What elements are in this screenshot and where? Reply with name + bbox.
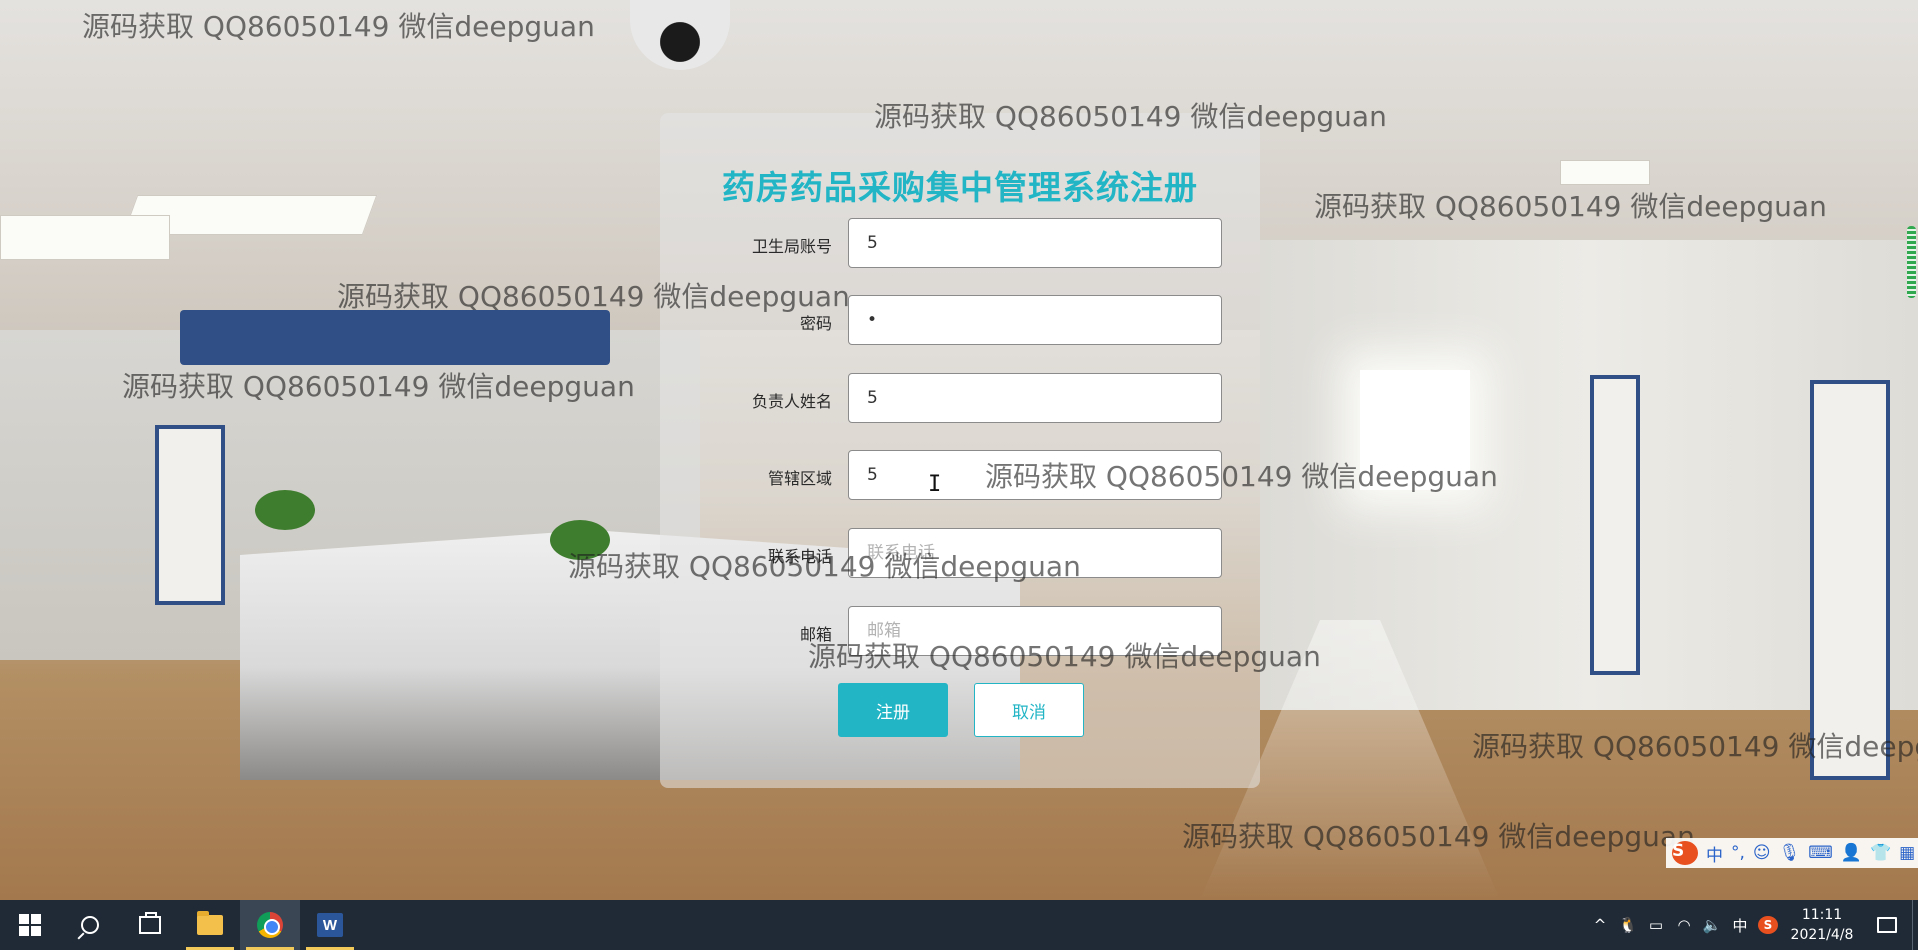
taskbar: W ^ 🐧 ▭ ◠ 🔈 中 S 11:11 2021/4/8 (0, 900, 1918, 950)
door (1810, 380, 1890, 780)
clock-time: 11:11 (1801, 907, 1843, 923)
microphone-icon[interactable]: 🎙 (1779, 843, 1801, 863)
field-label: 卫生局账号 (751, 237, 832, 256)
qq-icon[interactable]: 🐧 (1614, 900, 1642, 950)
form-row-email: 邮箱 (660, 606, 1260, 658)
phone-input[interactable] (848, 528, 1222, 578)
manager-name-input[interactable] (848, 373, 1222, 423)
sogou-logo-icon[interactable]: S (1672, 841, 1698, 865)
clock[interactable]: 11:11 2021/4/8 (1782, 905, 1862, 945)
ime-toolbar[interactable]: S 中 °, ☺ 🎙 ⌨ 👤 👕 ▦ (1666, 838, 1918, 868)
scroll-indicator (1907, 226, 1916, 298)
field-label: 管辖区域 (767, 469, 832, 488)
file-explorer-icon (197, 911, 223, 935)
clock-date: 2021/4/8 (1790, 927, 1854, 943)
register-panel: 药房药品采购集中管理系统注册 卫生局账号 密码 负责人姓名 管辖区域 联系电话 … (660, 113, 1260, 788)
task-view-icon (139, 912, 161, 934)
emoji-icon[interactable]: ☺ (1753, 843, 1771, 863)
search-icon (81, 916, 99, 934)
word-icon: W (317, 913, 343, 937)
form-row-password: 密码 (660, 295, 1260, 347)
password-input[interactable] (848, 295, 1222, 345)
chrome-icon (257, 912, 283, 938)
sogou-tray-icon[interactable]: S (1754, 900, 1782, 950)
skin-icon[interactable]: 👕 (1870, 843, 1891, 863)
field-label: 负责人姓名 (751, 392, 832, 411)
nurse-station-sign (180, 310, 610, 365)
chevron-up-icon[interactable]: ^ (1586, 900, 1614, 950)
health-bureau-account-input[interactable] (848, 218, 1222, 268)
page-title: 药房药品采购集中管理系统注册 (722, 168, 1198, 207)
plant (255, 490, 315, 530)
volume-icon[interactable]: 🔈 (1698, 900, 1726, 950)
field-label: 邮箱 (799, 625, 832, 644)
chrome-button[interactable] (240, 900, 300, 950)
ime-indicator[interactable]: 中 (1726, 900, 1754, 950)
text-cursor-icon: I (928, 472, 942, 497)
windows-start-icon (19, 914, 41, 936)
form-row-jurisdiction: 管辖区域 (660, 450, 1260, 502)
keyboard-icon[interactable]: ⌨ (1808, 843, 1833, 863)
system-tray: ^ 🐧 ▭ ◠ 🔈 中 S 11:11 2021/4/8 (1586, 900, 1918, 950)
notification-button[interactable] (1862, 900, 1912, 950)
task-view-button[interactable] (120, 900, 180, 950)
notification-icon (1877, 917, 1897, 933)
door (155, 425, 225, 605)
register-button[interactable]: 注册 (838, 683, 948, 737)
jurisdiction-input[interactable] (848, 450, 1222, 500)
ime-mode-toggle[interactable]: 中 (1706, 841, 1723, 866)
cancel-button[interactable]: 取消 (974, 683, 1084, 737)
field-label: 联系电话 (767, 547, 832, 566)
plant (550, 520, 610, 560)
show-desktop-button[interactable] (1912, 900, 1918, 950)
form-row-phone: 联系电话 (660, 528, 1260, 580)
field-label: 密码 (799, 314, 832, 333)
user-icon[interactable]: 👤 (1841, 843, 1862, 863)
grid-icon[interactable]: ▦ (1899, 843, 1915, 863)
email-input[interactable] (848, 606, 1222, 656)
windows-start-button[interactable] (0, 900, 60, 950)
search-button[interactable] (60, 900, 120, 950)
ceiling-light (0, 215, 170, 260)
form-row-health-bureau-account: 卫生局账号 (660, 218, 1260, 270)
wifi-icon[interactable]: ◠ (1670, 900, 1698, 950)
window-light (1360, 370, 1470, 490)
ceiling-light (1560, 160, 1650, 185)
door (1590, 375, 1640, 675)
battery-icon[interactable]: ▭ (1642, 900, 1670, 950)
file-explorer-button[interactable] (180, 900, 240, 950)
ime-punctuation-toggle[interactable]: °, (1731, 843, 1745, 863)
form-row-manager-name: 负责人姓名 (660, 373, 1260, 425)
word-button[interactable]: W (300, 900, 360, 950)
